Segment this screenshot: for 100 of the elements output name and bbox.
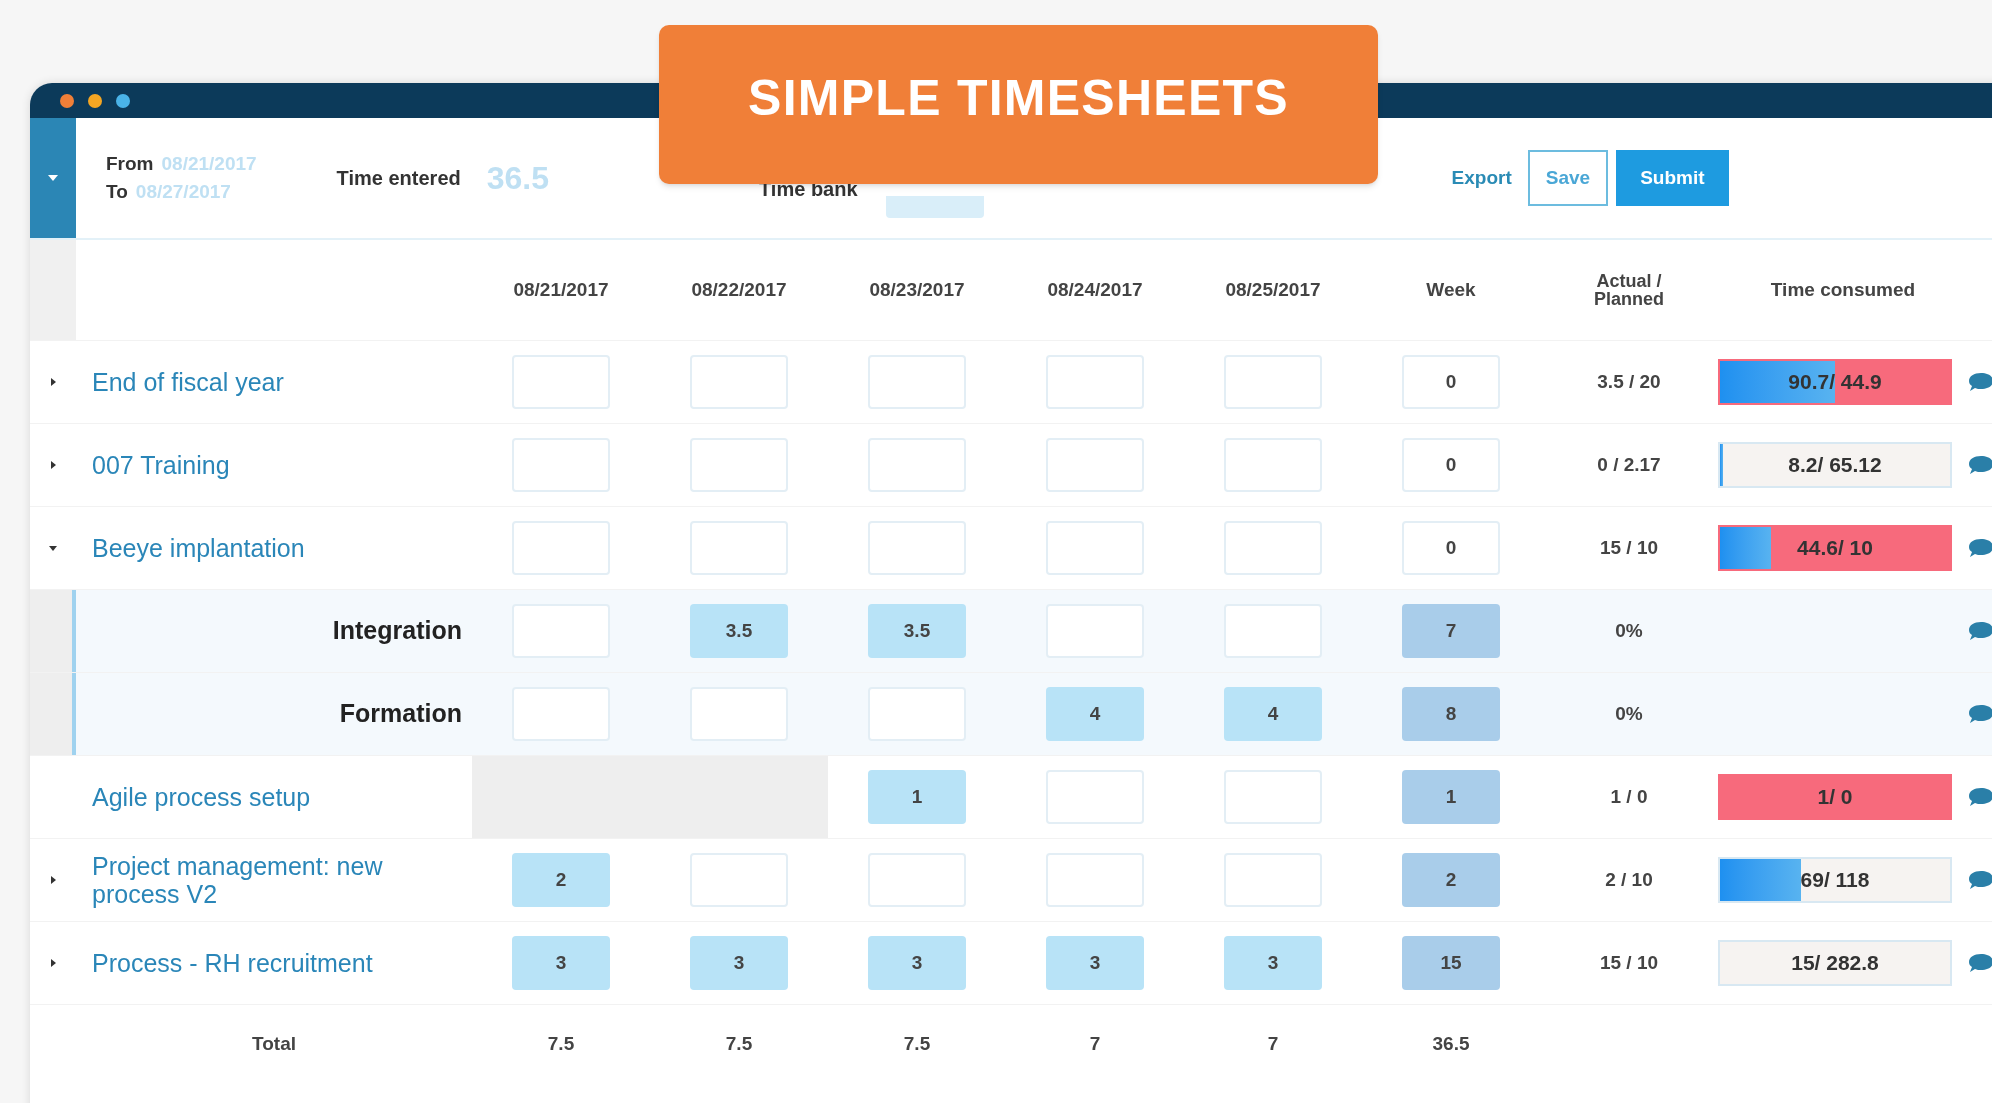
week-total: 0 xyxy=(1402,521,1500,575)
time-input[interactable] xyxy=(690,521,788,575)
time-input[interactable] xyxy=(690,687,788,741)
time-input[interactable]: 3 xyxy=(512,936,610,990)
time-input[interactable]: 3 xyxy=(1224,936,1322,990)
time-input[interactable]: 2 xyxy=(512,853,610,907)
task-name[interactable]: 007 Training xyxy=(76,451,472,479)
week-total: 15 xyxy=(1402,936,1500,990)
caret-icon[interactable] xyxy=(48,958,58,968)
time-input[interactable] xyxy=(690,355,788,409)
time-input[interactable] xyxy=(512,521,610,575)
time-input[interactable] xyxy=(512,687,610,741)
column-header: Actual / Planned xyxy=(1593,272,1665,308)
comment-icon[interactable] xyxy=(1968,953,1992,973)
column-total: 7 xyxy=(1266,1032,1280,1057)
sidebar-toggle[interactable] xyxy=(30,118,76,238)
actual-planned: 3.5 / 20 xyxy=(1596,369,1662,394)
task-name[interactable]: Project management: new process V2 xyxy=(76,852,472,908)
week-total: 2 xyxy=(1402,853,1500,907)
time-input[interactable] xyxy=(690,853,788,907)
column-total: 7.5 xyxy=(902,1032,932,1057)
time-input[interactable] xyxy=(868,355,966,409)
actual-planned: 1 / 0 xyxy=(1609,784,1649,809)
task-name[interactable]: End of fiscal year xyxy=(76,368,472,396)
task-name[interactable]: Agile process setup xyxy=(76,783,472,811)
comment-icon[interactable] xyxy=(1968,704,1992,724)
subtask-name: Formation xyxy=(338,698,463,730)
task-name[interactable]: Process - RH recruitment xyxy=(76,949,472,977)
consumption-text: 69/ 118 xyxy=(1800,867,1870,894)
time-input[interactable] xyxy=(690,438,788,492)
column-header: Week xyxy=(1425,277,1477,302)
time-input[interactable] xyxy=(1046,438,1144,492)
task-name[interactable]: Beeye implantation xyxy=(76,534,472,562)
caret-icon[interactable] xyxy=(48,460,58,470)
banner-title: SIMPLE TIMESHEETS xyxy=(748,73,1289,123)
time-input[interactable]: 1 xyxy=(868,770,966,824)
actual-planned: 0% xyxy=(1614,701,1644,726)
time-input[interactable] xyxy=(1046,770,1144,824)
week-total: 1 xyxy=(1402,770,1500,824)
caret-icon xyxy=(47,174,59,182)
time-input[interactable] xyxy=(868,853,966,907)
time-input[interactable]: 4 xyxy=(1224,687,1322,741)
week-total: 0 xyxy=(1402,438,1500,492)
time-input[interactable]: 3 xyxy=(868,936,966,990)
column-total: 36.5 xyxy=(1431,1032,1471,1057)
actual-planned: 0% xyxy=(1614,618,1644,643)
time-input[interactable] xyxy=(1046,604,1144,658)
time-input[interactable] xyxy=(512,438,610,492)
time-input[interactable] xyxy=(868,438,966,492)
time-input[interactable] xyxy=(512,355,610,409)
comment-icon[interactable] xyxy=(1968,787,1992,807)
comment-icon[interactable] xyxy=(1968,870,1992,890)
column-total: 7.5 xyxy=(724,1032,754,1057)
column-header: 08/23/2017 xyxy=(868,277,966,302)
comment-icon[interactable] xyxy=(1968,538,1992,558)
consumption-text: 90.7/ 44.9 xyxy=(1788,369,1882,396)
time-input[interactable] xyxy=(1224,438,1322,492)
time-input[interactable]: 3.5 xyxy=(868,604,966,658)
time-bank-field[interactable] xyxy=(885,196,984,218)
total-row-label: Total xyxy=(251,1032,297,1057)
export-link[interactable]: Export xyxy=(1443,150,1520,206)
actual-planned: 15 / 10 xyxy=(1598,535,1660,560)
time-input[interactable]: 3 xyxy=(690,936,788,990)
time-input[interactable] xyxy=(1224,604,1322,658)
subtask-name: Integration xyxy=(331,615,463,647)
column-header: Time consumed xyxy=(1769,277,1917,302)
consumption-text: 44.6/ 10 xyxy=(1797,535,1873,562)
caret-icon[interactable] xyxy=(48,377,58,387)
time-input[interactable] xyxy=(1224,853,1322,907)
comment-icon[interactable] xyxy=(1968,372,1992,392)
actual-planned: 0 / 2.17 xyxy=(1596,452,1662,477)
from-label: From xyxy=(106,152,154,176)
time-input[interactable] xyxy=(1224,355,1322,409)
column-header: 08/25/2017 xyxy=(1224,277,1322,302)
consumption-text: 1/ 0 xyxy=(1817,784,1853,811)
column-header: 08/24/2017 xyxy=(1046,277,1144,302)
time-input[interactable] xyxy=(1224,521,1322,575)
column-total: 7 xyxy=(1088,1032,1102,1057)
time-input[interactable] xyxy=(868,687,966,741)
consumption-text: 8.2/ 65.12 xyxy=(1788,452,1882,479)
week-total: 7 xyxy=(1402,604,1500,658)
time-input[interactable] xyxy=(1046,355,1144,409)
consumption-text: 15/ 282.8 xyxy=(1791,950,1879,977)
comment-icon[interactable] xyxy=(1968,621,1992,641)
comment-icon[interactable] xyxy=(1968,455,1992,475)
time-input[interactable]: 3.5 xyxy=(690,604,788,658)
time-input[interactable] xyxy=(1046,853,1144,907)
column-header: 08/21/2017 xyxy=(512,277,610,302)
column-header: 08/22/2017 xyxy=(690,277,788,302)
column-total: 7.5 xyxy=(546,1032,576,1057)
time-input[interactable]: 3 xyxy=(1046,936,1144,990)
caret-icon[interactable] xyxy=(48,543,58,553)
to-label: To xyxy=(106,180,128,204)
caret-icon[interactable] xyxy=(48,875,58,885)
time-input[interactable]: 4 xyxy=(1046,687,1144,741)
time-input[interactable] xyxy=(1224,770,1322,824)
time-input[interactable] xyxy=(1046,521,1144,575)
week-total: 8 xyxy=(1402,687,1500,741)
time-input[interactable] xyxy=(868,521,966,575)
time-input[interactable] xyxy=(512,604,610,658)
